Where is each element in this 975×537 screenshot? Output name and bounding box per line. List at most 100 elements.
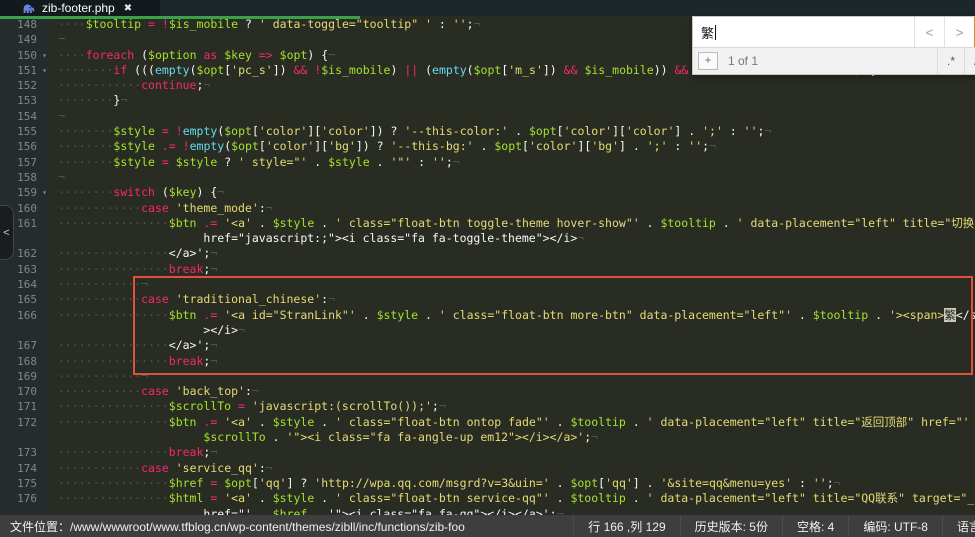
fold-arrow-icon[interactable]: ▾ xyxy=(42,63,47,78)
token: ············ xyxy=(58,277,141,291)
line-number[interactable]: 169 xyxy=(0,369,48,384)
token: $style xyxy=(113,155,155,169)
token: ( xyxy=(190,63,197,77)
code-line[interactable]: href="' . $href . '"><i class="fa fa-qq"… xyxy=(0,507,975,516)
line-number[interactable]: 157 xyxy=(0,155,48,170)
language[interactable]: 语言 xyxy=(942,515,975,537)
line-number[interactable]: 173 xyxy=(0,445,48,460)
fold-arrow-icon[interactable]: ▾ xyxy=(42,185,47,200)
token: ¬ xyxy=(210,338,217,352)
line-number[interactable]: 165 xyxy=(0,292,48,307)
close-icon[interactable]: ✖ xyxy=(124,3,132,14)
code-line[interactable]: 165············case 'traditional_chinese… xyxy=(0,292,975,307)
token: ) { xyxy=(197,185,218,199)
line-number[interactable]: 156 xyxy=(0,139,48,154)
code-line[interactable]: 176················$html = '<a' . $style… xyxy=(0,491,975,506)
code-line[interactable]: 157········$style = $style ? ' style="' … xyxy=(0,155,975,170)
token: . xyxy=(252,216,273,230)
code-line[interactable]: 168················break;¬ xyxy=(0,354,975,369)
line-number[interactable]: 152 xyxy=(0,78,48,93)
token: => xyxy=(259,48,273,62)
code-line[interactable]: 167················</a>';¬ xyxy=(0,338,975,353)
code-line[interactable]: 172················$btn .= '<a' . $style… xyxy=(0,415,975,430)
token: ></i> xyxy=(58,323,238,337)
token: 'qq' xyxy=(605,476,633,490)
line-number[interactable]: 168 xyxy=(0,354,48,369)
code-line[interactable]: 169············¬ xyxy=(0,369,975,384)
line-number[interactable]: 149 xyxy=(0,32,48,47)
code-line[interactable]: 162················</a>';¬ xyxy=(0,246,975,261)
token: empty xyxy=(155,63,190,77)
token: as xyxy=(203,48,217,62)
file-location-label: 文件位置： xyxy=(10,520,70,534)
line-content: ····foreach ($option as $key => $opt) {¬ xyxy=(48,48,335,63)
line-number[interactable]: 175 xyxy=(0,476,48,491)
line-number[interactable]: 163 xyxy=(0,262,48,277)
token: : xyxy=(792,476,813,490)
code-line[interactable]: 159▾········switch ($key) {¬ xyxy=(0,185,975,200)
token: $opt xyxy=(474,63,502,77)
line-number[interactable]: 176 xyxy=(0,491,48,506)
line-number[interactable]: 159▾ xyxy=(0,185,48,200)
code-line[interactable]: ></i>¬ xyxy=(0,323,975,338)
code-line[interactable]: 174············case 'service_qq':¬ xyxy=(0,461,975,476)
code-line[interactable]: 155········$style = !empty($opt['color']… xyxy=(0,124,975,139)
line-number[interactable] xyxy=(0,323,48,338)
code-line[interactable]: 158¬ xyxy=(0,170,975,185)
token: ; xyxy=(432,399,439,413)
code-line[interactable]: 152············continue;¬ xyxy=(0,78,975,93)
line-number[interactable]: 153 xyxy=(0,93,48,108)
editor[interactable]: 148····$tooltip = !$is_mobile ? ' data-t… xyxy=(0,16,975,515)
line-number[interactable] xyxy=(0,507,48,516)
code-line[interactable]: $scrollTo . '"><i class="fa fa-angle-up … xyxy=(0,430,975,445)
token: ! xyxy=(176,124,183,138)
line-number[interactable]: 172 xyxy=(0,415,48,430)
line-number[interactable]: 170 xyxy=(0,384,48,399)
search-input[interactable]: 繁 xyxy=(693,17,914,47)
code-line[interactable]: 170············case 'back_top':¬ xyxy=(0,384,975,399)
line-number[interactable]: 171 xyxy=(0,399,48,414)
fold-arrow-icon[interactable]: ▾ xyxy=(42,48,47,63)
line-number[interactable]: 150▾ xyxy=(0,48,48,63)
add-search-button[interactable]: + xyxy=(698,52,718,70)
sidebar-collapse-handle[interactable]: < xyxy=(0,205,14,260)
code-line[interactable]: 166················$btn .= '<a id="Stran… xyxy=(0,308,975,323)
token: )) xyxy=(654,63,675,77)
code-line[interactable]: 175················$href = $opt['qq'] ? … xyxy=(0,476,975,491)
code-line[interactable]: 160············case 'theme_mode':¬ xyxy=(0,201,975,216)
line-number[interactable]: 158 xyxy=(0,170,48,185)
line-number[interactable]: 166 xyxy=(0,308,48,323)
indent-spaces[interactable]: 空格: 4 xyxy=(782,515,848,537)
code-line[interactable]: 156········$style .= !empty($opt['color'… xyxy=(0,139,975,154)
line-content: ················$btn .= '<a' . $style . … xyxy=(48,415,970,430)
tab-zib-footer[interactable]: zib-footer.php ✖ xyxy=(0,0,160,16)
case-toggle[interactable]: A xyxy=(964,48,975,74)
encoding[interactable]: 编码: UTF-8 xyxy=(848,515,942,537)
history-versions[interactable]: 历史版本: 5份 xyxy=(680,515,782,537)
token: $tooltip xyxy=(570,491,625,505)
token: .= xyxy=(162,139,176,153)
search-next-button[interactable]: > xyxy=(944,17,974,47)
line-number[interactable]: 164 xyxy=(0,277,48,292)
line-number[interactable] xyxy=(0,430,48,445)
line-number[interactable]: 174 xyxy=(0,461,48,476)
code-line[interactable]: 173················break;¬ xyxy=(0,445,975,460)
line-number[interactable]: 167 xyxy=(0,338,48,353)
code-line[interactable]: href="javascript:;"><i class="fa fa-togg… xyxy=(0,231,975,246)
search-prev-button[interactable]: < xyxy=(914,17,944,47)
code-line[interactable]: 171················$scrollTo = 'javascri… xyxy=(0,399,975,414)
cursor-position[interactable]: 行 166 ,列 129 xyxy=(573,515,679,537)
line-number[interactable]: 148 xyxy=(0,17,48,32)
token: ' class="float-btn ontop fade"' xyxy=(335,415,550,429)
token: 'color' xyxy=(321,124,369,138)
code-line[interactable]: 161················$btn .= '<a' . $style… xyxy=(0,216,975,231)
line-number[interactable]: 151▾ xyxy=(0,63,48,78)
code-line[interactable]: 163················break;¬ xyxy=(0,262,975,277)
token: href="' . xyxy=(58,507,273,516)
code-line[interactable]: 164············¬ xyxy=(0,277,975,292)
code-line[interactable]: 153········}¬ xyxy=(0,93,975,108)
line-number[interactable]: 154 xyxy=(0,109,48,124)
regex-toggle[interactable]: .* xyxy=(937,48,964,74)
line-number[interactable]: 155 xyxy=(0,124,48,139)
code-line[interactable]: 154¬ xyxy=(0,109,975,124)
